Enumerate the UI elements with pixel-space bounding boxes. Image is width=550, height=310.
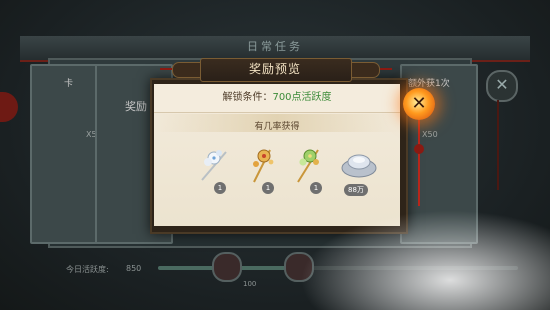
title-wing-right (348, 62, 380, 78)
tassel-decoration (497, 100, 499, 190)
reward-item[interactable]: 1 (288, 140, 334, 196)
milestone-label: 100 (243, 280, 257, 288)
reward-count-badge: 1 (310, 182, 322, 194)
close-glyph: ✕ (411, 93, 427, 114)
subtitle-row: 有几率获得 (154, 114, 400, 132)
reward-count-badge: 1 (214, 182, 226, 194)
banner-title: 日常任务 (247, 40, 303, 53)
unlock-value: 700点活跃度 (272, 92, 332, 103)
task-card-label: 卡 (64, 79, 74, 89)
green-gold-hairpin-icon (297, 149, 319, 183)
close-icon[interactable]: ✕ (403, 88, 435, 120)
reward-item[interactable]: 1 (240, 140, 286, 196)
activity-chest[interactable] (212, 252, 242, 282)
light-glare (300, 210, 550, 310)
task-card-label: 额外获1次 (408, 79, 450, 89)
task-card-label: 奖励 (125, 100, 147, 113)
probability-subtitle: 有几率获得 (254, 122, 300, 132)
silver-ingot-icon (341, 154, 377, 178)
reward-item[interactable]: 88万 (336, 140, 382, 196)
today-activity-label: 今日活跃度: (66, 265, 109, 274)
lantern-knot (414, 144, 424, 154)
lantern-string (418, 120, 420, 206)
gold-hairpin-icon (253, 149, 274, 183)
modal-title: 奖励预览 (248, 62, 301, 76)
reward-count-badge: 1 (262, 182, 274, 194)
unlock-condition: 解锁条件：700点活跃度 (154, 84, 400, 113)
unlock-label: 解锁条件： (222, 92, 273, 103)
reward-item[interactable]: 1 (192, 140, 238, 196)
task-card-count: X50 (422, 130, 438, 139)
white-flower-hairpin-icon (201, 150, 227, 181)
today-activity-value: 850 (126, 264, 142, 273)
reward-count-badge: 88万 (344, 184, 368, 196)
panel-close-icon[interactable]: ✕ (486, 70, 518, 102)
